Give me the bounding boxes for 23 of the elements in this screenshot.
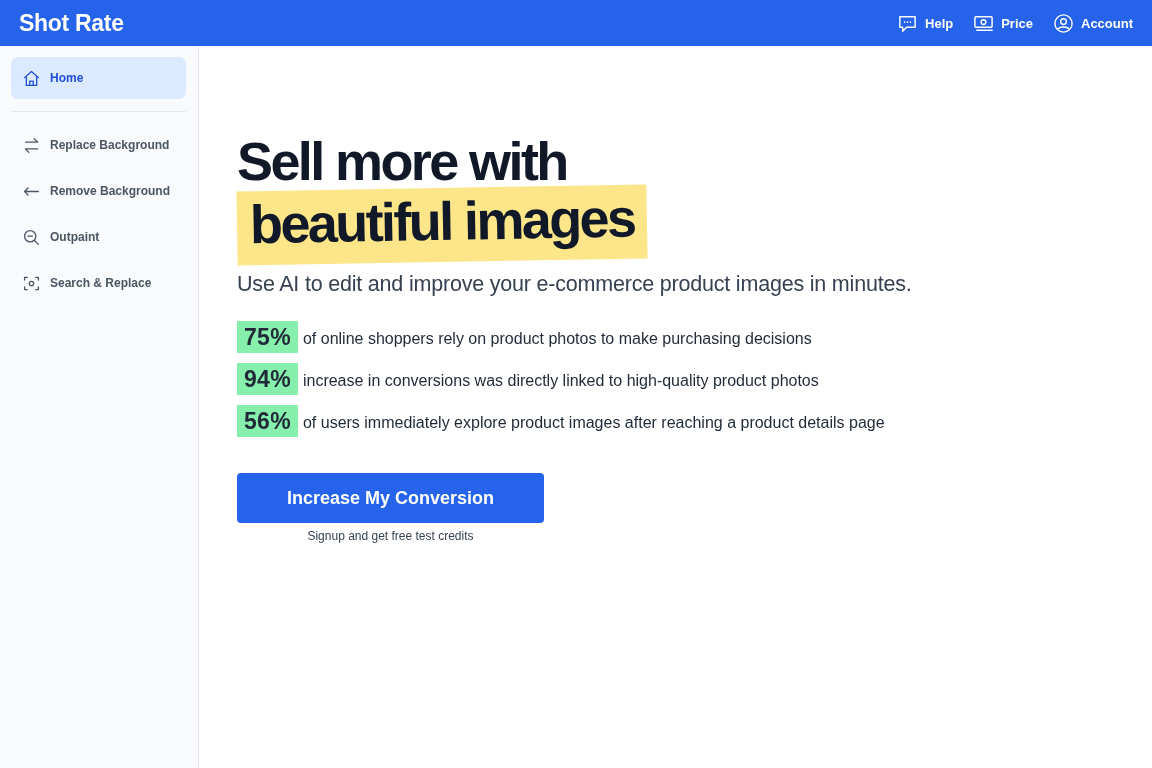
stat-text: of users immediately explore product images after reaching a product details page [302, 413, 885, 432]
sidebar-item[interactable]: Outpaint [11, 216, 186, 258]
highlighted-headline: beautiful images [236, 184, 648, 266]
nav-link[interactable]: Price [973, 12, 1033, 34]
nav-link[interactable]: Help [897, 12, 954, 34]
sidebar-item[interactable]: Replace Background [11, 124, 186, 166]
sidebar-item[interactable]: Home [11, 57, 186, 99]
stat-badge: 56% [237, 405, 298, 437]
logo[interactable]: Shot Rate [19, 9, 124, 37]
home-icon [22, 68, 41, 88]
swap-arrows-icon [22, 135, 41, 155]
zoom-out-icon [22, 227, 41, 247]
cta-button[interactable]: Increase My Conversion [237, 473, 544, 523]
sidebar-item[interactable]: Remove Background [11, 170, 186, 212]
stat-badge: 75% [237, 321, 298, 353]
sidebar-item[interactable]: Search & Replace [11, 262, 186, 304]
user-icon [1053, 12, 1074, 34]
nav-link[interactable]: Account [1053, 12, 1133, 34]
signup-note: Signup and get free test credits [307, 529, 474, 543]
stat-text: of online shoppers rely on product photos to make purchasing decisions [302, 329, 812, 348]
stat-badge: 94% [237, 363, 298, 395]
stat-text: increase in conversions was directly linked to high-quality product photos [302, 371, 819, 390]
subtitle: Use AI to edit and improve your e-commerce product images in minutes. [237, 272, 913, 297]
